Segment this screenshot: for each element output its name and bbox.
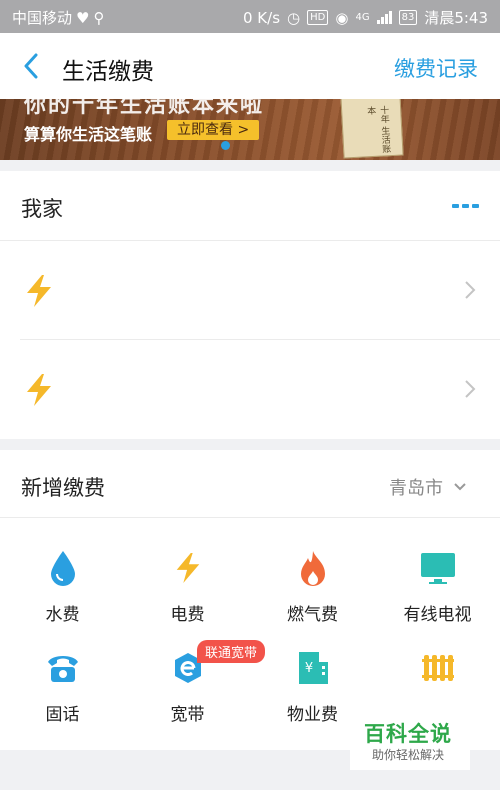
chevron-left-icon [24,53,38,79]
ledger-book-image: 十年 生活账本 [340,99,404,159]
status-bar: 中国移动 ♥ ⚲ 0 K/s ◷ HD ◉ 4G 83 清晨5:43 [0,0,500,33]
landline-label: 固话 [45,705,80,725]
water-fee-label: 水费 [45,605,80,625]
carousel-indicator[interactable] [221,141,230,150]
clock-time: 清晨5:43 [424,9,488,27]
cable-tv-item[interactable]: 有线电视 [375,546,500,625]
home-account-row[interactable] [0,241,500,339]
svg-text:¥: ¥ [304,661,312,676]
battery-icon: 83 [398,10,418,25]
banner-view-button[interactable]: 立即查看 > [167,120,260,140]
chevron-right-icon [465,380,476,398]
page-title: 生活缴费 [62,59,154,85]
broadband-provider-badge: 联通宽带 [197,640,266,663]
gas-fee-item[interactable]: 燃气费 [250,546,375,625]
flame-icon [300,551,325,586]
landline-item[interactable]: 固话 [0,646,125,725]
gas-fee-label: 燃气费 [287,605,338,625]
heart-icon: ♥ [76,8,90,27]
water-drop-icon [50,551,75,586]
water-fee-item[interactable]: 水费 [0,546,125,625]
network-speed: 0 K/s [243,8,281,27]
payment-records-link[interactable]: 缴费记录 [394,53,478,83]
chevron-right-icon [465,281,476,299]
eye-icon: ◉ [335,8,349,27]
hd-badge: HD [307,10,329,25]
radiator-icon [421,655,454,681]
city-label: 青岛市 [389,478,443,499]
back-button[interactable] [16,49,46,83]
more-options-icon[interactable] [452,204,479,208]
chevron-down-icon [454,483,466,491]
network-type: 4G [355,12,370,23]
broadband-label: 宽带 [170,705,205,725]
my-home-section: 我家 [0,171,500,439]
book-label: 十年 生活账本 [364,105,391,154]
divider [0,517,500,518]
heating-fee-item[interactable] [375,646,500,700]
new-payment-section: 新增缴费 青岛市 水费 电费 燃气费 有线电视 固话 宽带 ¥ 物业费 联通宽带 [0,450,500,750]
section-title-my-home: 我家 [21,197,63,221]
baike-watermark: 百科全说 助你轻松解决 [350,710,470,770]
signal-icon [376,11,392,24]
key-icon: ⚲ [93,8,105,27]
lightning-icon [176,553,199,583]
nav-bar: 生活缴费 缴费记录 [0,33,500,99]
telephone-icon [47,656,78,682]
building-icon: ¥ [298,652,328,684]
lightning-icon [27,275,51,307]
alarm-icon: ◷ [287,8,301,27]
home-account-row[interactable] [0,340,500,439]
lightning-icon [27,374,51,406]
banner-subtitle: 算算你生活这笔账 [24,125,153,144]
section-title-new-payment: 新增缴费 [21,476,105,500]
watermark-subtitle: 助你轻松解决 [372,748,445,762]
cable-tv-label: 有线电视 [403,605,472,625]
promo-banner[interactable]: 你的十年生活账本来啦 算算你生活这笔账 立即查看 > 十年 生活账本 [0,99,500,160]
electricity-fee-item[interactable]: 电费 [125,546,250,625]
watermark-title: 百科全说 [364,722,452,746]
tv-icon [420,553,455,584]
banner-headline: 你的十年生活账本来啦 [24,99,265,118]
electricity-fee-label: 电费 [170,605,205,625]
city-selector[interactable]: 青岛市 [389,474,467,500]
carrier-name: 中国移动 [12,9,73,27]
